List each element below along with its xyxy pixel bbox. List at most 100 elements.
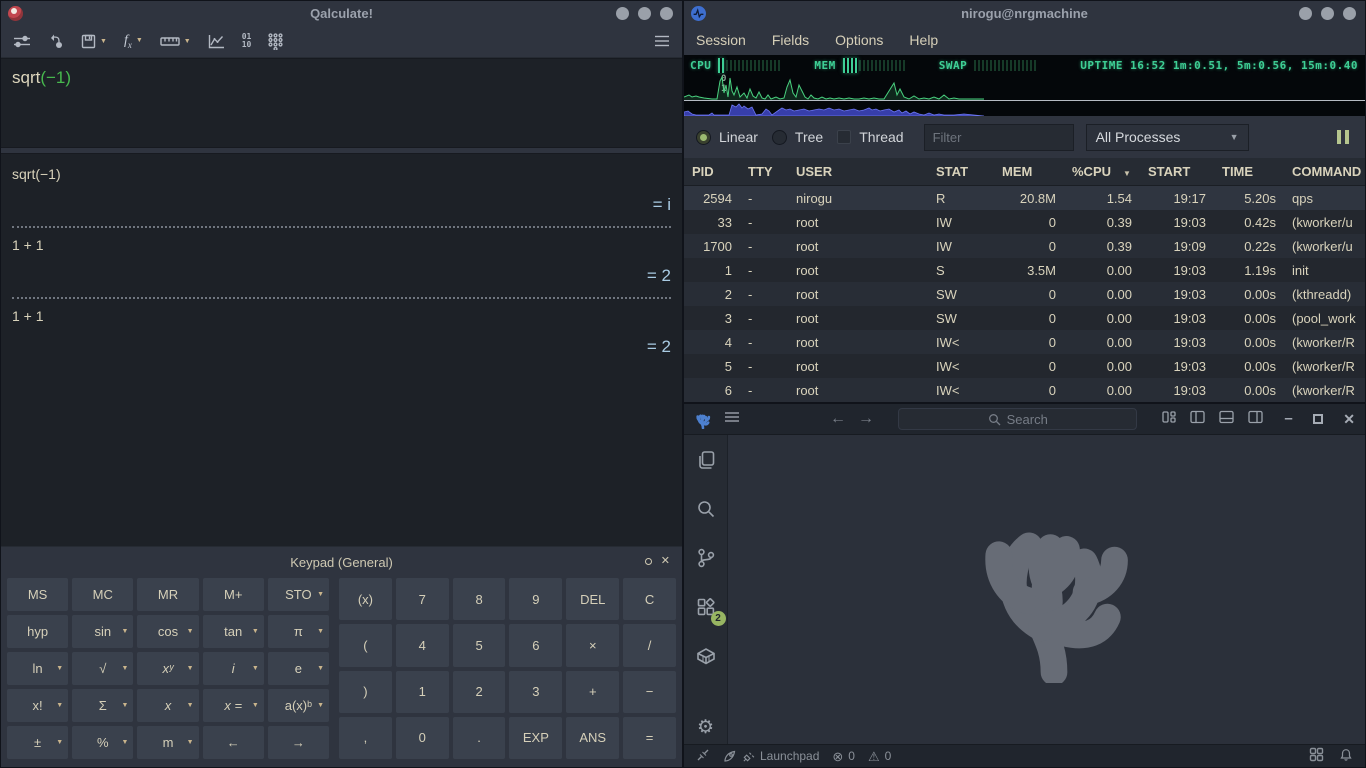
keypad-button[interactable]: + [566,671,619,713]
functions-icon[interactable]: fx ▼ [124,33,143,50]
disconnected-icon[interactable] [696,748,710,765]
column-header-pid[interactable]: PID [684,164,740,179]
window-control-dot[interactable] [1321,7,1334,20]
keypad-button[interactable]: MR [137,578,198,611]
process-filter-select[interactable]: All Processes ▼ [1086,124,1249,151]
keypad-button[interactable]: m▼ [137,726,198,759]
settings-gear-icon[interactable]: ⚙ [697,718,714,737]
menu-session[interactable]: Session [696,32,746,48]
close-button[interactable]: ✕ [1343,411,1355,428]
keypad-button[interactable]: e▼ [268,652,329,685]
extensions-icon[interactable]: 2 [694,595,718,619]
maximize-button[interactable] [1313,414,1324,424]
keypad-icon[interactable] [268,33,283,50]
keypad-button[interactable]: 8 [453,578,506,620]
keypad-button[interactable]: √▼ [72,652,133,685]
number-bases-icon[interactable]: 0110 [242,33,252,49]
keypad-button[interactable]: xʸ▼ [137,652,198,685]
units-icon[interactable]: ▼ [160,36,191,47]
keypad-button[interactable]: ln▼ [7,652,68,685]
keypad-button[interactable]: hyp [7,615,68,648]
keypad-button[interactable]: × [566,624,619,666]
keypad-button[interactable]: C [623,578,676,620]
keypad-button[interactable]: x▼ [137,689,198,722]
toggle-right-panel-icon[interactable] [1247,409,1264,430]
toggle-left-panel-icon[interactable] [1189,409,1206,430]
search-panel-icon[interactable] [694,497,718,521]
forward-icon[interactable]: → [858,411,874,427]
keypad-button[interactable]: → [268,726,329,759]
process-row[interactable]: 3-rootSW00.0019:030.00s(pool_work [684,306,1365,330]
panel-separator[interactable] [1,147,682,154]
process-row[interactable]: 4-rootIW<00.0019:030.00s(kworker/R [684,330,1365,354]
process-row[interactable]: 1-rootS3.5M0.0019:031.19sinit [684,258,1365,282]
column-header-start[interactable]: START [1140,164,1214,179]
keypad-button[interactable]: x =▼ [203,689,264,722]
keypad-close-icon[interactable]: ✕ [661,556,670,566]
apps-grid-icon[interactable] [1309,747,1324,765]
window-control-dot[interactable] [1299,7,1312,20]
process-row[interactable]: 6-rootIW<00.0019:030.00s(kworker/R [684,378,1365,402]
menu-options[interactable]: Options [835,32,883,48]
menu-icon[interactable] [654,35,670,47]
qalculate-titlebar[interactable]: Qalculate! [1,1,682,25]
keypad-button[interactable]: ) [339,671,392,713]
keypad-button[interactable]: i▼ [203,652,264,685]
keypad-button[interactable]: a(x)ᵇ▼ [268,689,329,722]
history-item[interactable]: 1 + 1= 2 [12,306,671,365]
process-row[interactable]: 2-rootSW00.0019:030.00s(kthreadd) [684,282,1365,306]
thread-checkbox[interactable] [837,130,851,144]
keypad-button[interactable]: / [623,624,676,666]
keypad-button[interactable]: cos▼ [137,615,198,648]
column-header-command[interactable]: COMMAND [1284,164,1365,179]
menu-help[interactable]: Help [909,32,938,48]
keypad-button[interactable]: 3 [509,671,562,713]
keypad-detach-icon[interactable] [645,558,652,565]
store-icon[interactable]: ▼ [81,34,107,49]
toggle-bottom-panel-icon[interactable] [1218,409,1235,430]
keypad-button[interactable]: ANS [566,717,619,759]
app-menu-icon[interactable] [724,410,740,428]
process-row[interactable]: 33-rootIW00.3919:030.42s(kworker/u [684,210,1365,234]
keypad-button[interactable]: = [623,717,676,759]
process-row[interactable]: 2594-niroguR20.8M1.5419:175.20sqps [684,186,1365,210]
process-row[interactable]: 1700-rootIW00.3919:090.22s(kworker/u [684,234,1365,258]
window-control-dot[interactable] [616,7,629,20]
keypad-button[interactable]: sin▼ [72,615,133,648]
window-control-dot[interactable] [1343,7,1356,20]
keypad-button[interactable]: tan▼ [203,615,264,648]
keypad-button[interactable]: (x) [339,578,392,620]
column-header-mem[interactable]: MEM [994,164,1064,179]
keypad-button[interactable]: − [623,671,676,713]
keypad-button[interactable]: 0 [396,717,449,759]
menu-fields[interactable]: Fields [772,32,809,48]
keypad-button[interactable]: 6 [509,624,562,666]
keypad-button[interactable]: MC [72,578,133,611]
history-item[interactable]: 1 + 1= 2 [12,235,671,294]
minimize-button[interactable]: – [1284,415,1292,423]
history-item[interactable]: sqrt(−1)= i [12,164,671,223]
container-icon[interactable] [694,644,718,668]
keypad-button[interactable]: 2 [453,671,506,713]
tree-radio[interactable] [772,130,787,145]
pause-button[interactable] [1337,130,1353,144]
window-control-dot[interactable] [660,7,673,20]
keypad-button[interactable]: ← [203,726,264,759]
keypad-button[interactable]: %▼ [72,726,133,759]
keypad-button[interactable]: x!▼ [7,689,68,722]
launchpad-item[interactable]: Launchpad [723,749,819,763]
search-input[interactable]: Search [898,408,1137,430]
keypad-button[interactable]: STO▼ [268,578,329,611]
column-header-stat[interactable]: STAT [928,164,994,179]
column-header-time[interactable]: TIME [1214,164,1284,179]
filter-input[interactable] [924,124,1074,151]
window-control-dot[interactable] [638,7,651,20]
keypad-button[interactable]: π▼ [268,615,329,648]
bell-icon[interactable] [1339,747,1353,765]
keypad-button[interactable]: 7 [396,578,449,620]
keypad-button[interactable]: ( [339,624,392,666]
keypad-button[interactable]: MS [7,578,68,611]
process-row[interactable]: 5-rootIW<00.0019:030.00s(kworker/R [684,354,1365,378]
keypad-button[interactable]: M+ [203,578,264,611]
qps-titlebar[interactable]: nirogu@nrgmachine [684,1,1365,25]
